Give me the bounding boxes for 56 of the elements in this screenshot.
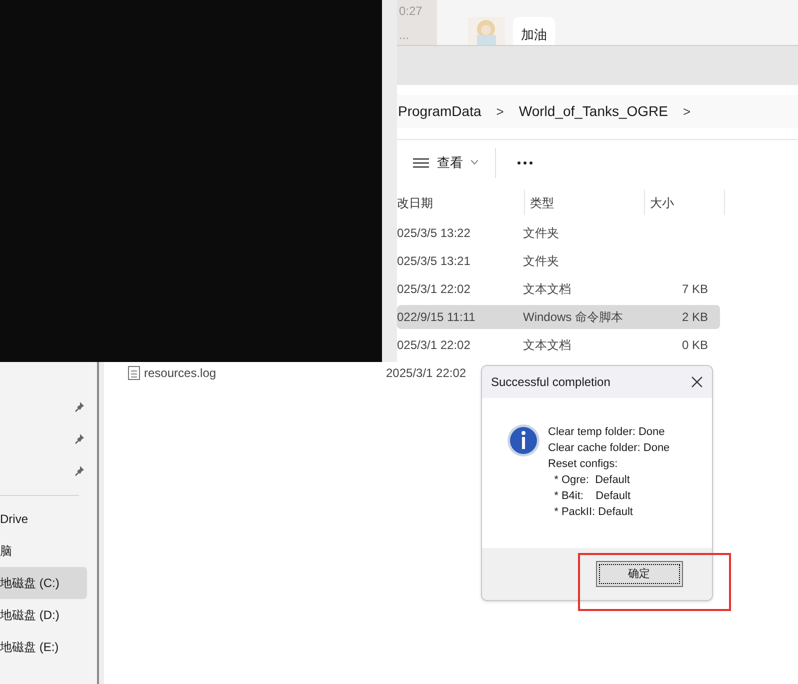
file-type: Windows 命令脚本: [523, 310, 624, 324]
sidebar-item[interactable]: Drive: [0, 503, 87, 535]
file-size: 2 KB: [682, 310, 708, 324]
file-date: 025/3/1 22:02: [397, 282, 470, 296]
file-size: 0 KB: [682, 338, 708, 352]
file-row[interactable]: 025/3/5 13:22 文件夹: [397, 221, 720, 245]
file-row[interactable]: resources.log 2025/3/1 22:02: [128, 361, 470, 385]
pin-icon: [74, 434, 84, 444]
file-type: 文本文档: [523, 282, 571, 296]
file-date: 022/9/15 11:11: [397, 310, 476, 324]
file-date: 025/3/5 13:21: [397, 254, 470, 268]
view-button[interactable]: 查看: [412, 152, 479, 172]
chat-input-area[interactable]: [397, 45, 798, 85]
pin-icon: [74, 466, 84, 476]
document-icon: [128, 366, 140, 380]
pin-icon: [74, 402, 84, 412]
chat-time: 0:27: [399, 3, 424, 20]
message-line: Clear cache folder: Done: [548, 441, 670, 456]
column-header[interactable]: 大小: [650, 194, 674, 212]
file-type: 文件夹: [523, 254, 559, 268]
menu-icon: [413, 156, 429, 168]
chevron-down-icon: [471, 160, 478, 165]
message-line: Reset configs:: [548, 457, 619, 472]
sidebar-item[interactable]: 地磁盘 (D:): [0, 599, 87, 631]
more-icon[interactable]: [517, 160, 533, 164]
file-date: 2025/3/1 22:02: [386, 366, 466, 380]
column-header[interactable]: 改日期: [397, 194, 433, 212]
close-icon[interactable]: [691, 376, 703, 388]
chat-preview: ...: [399, 27, 410, 44]
breadcrumb-separator: >: [683, 102, 691, 121]
message-line: Clear temp folder: Done: [548, 425, 666, 440]
breadcrumb-item[interactable]: World_of_Tanks_OGRE: [518, 101, 669, 122]
sidebar-item[interactable]: 地磁盘 (E:): [0, 631, 87, 663]
message-line: * B4it: Default: [553, 489, 632, 504]
file-date: 025/3/1 22:02: [397, 338, 470, 352]
sidebar-item[interactable]: 脑: [0, 535, 87, 567]
breadcrumb-separator: >: [496, 102, 504, 121]
info-icon: [507, 424, 540, 457]
message-line: * PackII: Default: [553, 505, 634, 520]
file-row[interactable]: 025/3/5 13:21 文件夹: [397, 249, 720, 273]
message-line: * Ogre: Default: [553, 473, 631, 488]
file-type: 文本文档: [523, 338, 571, 352]
file-type: 文件夹: [523, 226, 559, 240]
chat-message: 加油: [513, 17, 555, 46]
pane-splitter[interactable]: [97, 362, 104, 684]
file-date: 025/3/5 13:22: [397, 226, 470, 240]
file-name: resources.log: [144, 365, 216, 382]
dialog-title: Successful completion: [491, 374, 610, 391]
file-size: 7 KB: [682, 282, 708, 296]
breadcrumb-item[interactable]: ProgramData: [397, 101, 482, 122]
file-row[interactable]: 022/9/15 11:11 Windows 命令脚本 2 KB: [397, 305, 720, 329]
sidebar-item[interactable]: 地磁盘 (C:): [0, 567, 87, 599]
ok-button[interactable]: 确定: [596, 561, 682, 587]
column-header[interactable]: 类型: [530, 194, 554, 212]
file-row[interactable]: 025/3/1 22:02 文本文档 0 KB: [397, 333, 720, 357]
file-row[interactable]: 025/3/1 22:02 文本文档 7 KB: [397, 277, 720, 301]
